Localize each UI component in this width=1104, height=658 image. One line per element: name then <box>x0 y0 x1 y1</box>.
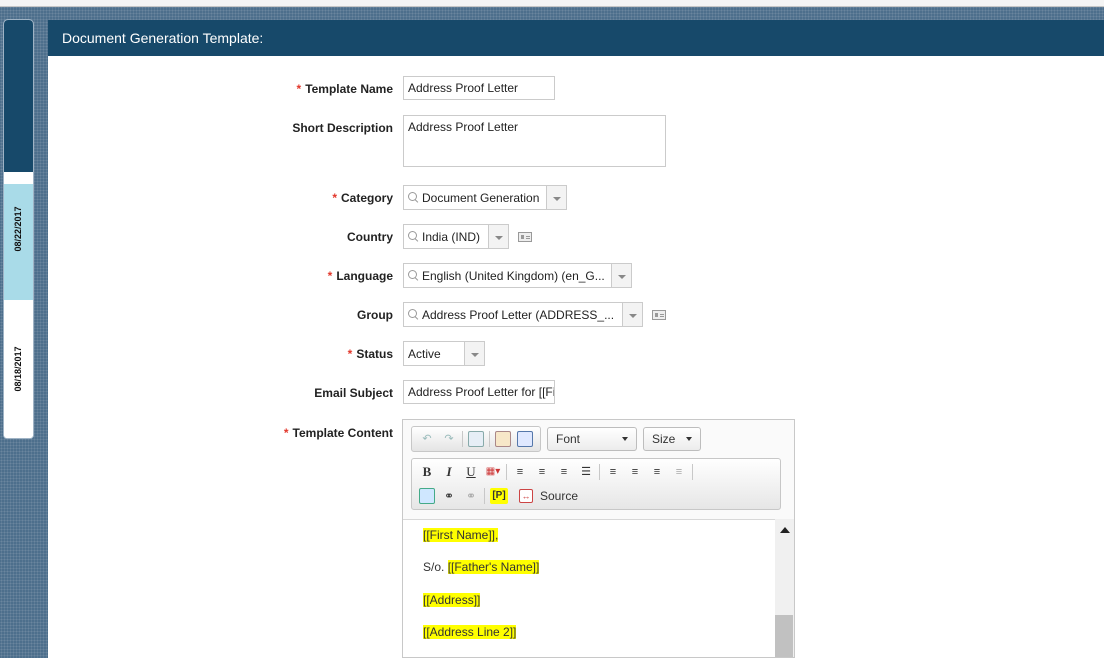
outdent-icon[interactable]: ≡ <box>671 464 687 480</box>
template-name-input[interactable]: Address Proof Letter <box>403 76 555 100</box>
content-line-3: [[Address]] <box>423 593 481 607</box>
email-subject-input[interactable]: Address Proof Letter for [[Fir <box>403 380 555 404</box>
language-lookup: English (United Kingdom) (en_G... <box>403 263 632 288</box>
editor-scrollbar[interactable] <box>775 519 794 657</box>
redo-icon[interactable]: ↷ <box>441 431 457 447</box>
status-value[interactable]: Active <box>403 341 465 366</box>
fathers-name-placeholder: [[Father's Name]] <box>447 560 540 574</box>
search-icon <box>408 270 419 281</box>
category-lookup: Document Generation <box>403 185 567 210</box>
country-input[interactable]: India (IND) <box>403 224 489 249</box>
template-name-row: * Template Name Address Proof Letter <box>48 76 1104 102</box>
template-form-panel: Document Generation Template: * Template … <box>48 20 1104 658</box>
save-icon[interactable] <box>419 488 435 504</box>
editor-content-area[interactable]: [[First Name]], S/o. [[Father's Name]] [… <box>403 519 775 657</box>
underline-button[interactable]: U <box>463 464 479 480</box>
timeline-item[interactable]: 08/18/2017 <box>4 300 33 438</box>
group-lookup: Address Proof Letter (ADDRESS_... <box>403 302 666 327</box>
chevron-down-icon <box>622 437 628 441</box>
timeline-date-active: 08/22/2017 <box>13 206 23 252</box>
short-description-label: Short Description <box>292 121 393 135</box>
short-description-row: Short Description Address Proof Letter <box>48 115 1104 167</box>
content-line-1: [[First Name]], <box>423 528 499 542</box>
scroll-thumb[interactable] <box>775 615 793 657</box>
size-select[interactable]: Size <box>643 427 701 451</box>
unlink-icon[interactable]: ⚭ <box>463 488 479 504</box>
search-icon <box>408 231 419 242</box>
timeline-item-active[interactable]: 08/22/2017 <box>4 184 33 438</box>
placeholder-icon[interactable]: [P] <box>490 488 508 504</box>
language-row: * Language English (United Kingdom) (en_G… <box>48 263 1104 289</box>
language-input[interactable]: English (United Kingdom) (en_G... <box>403 263 612 288</box>
align-right-icon[interactable]: ≡ <box>556 464 572 480</box>
first-name-placeholder: [[First Name]], <box>423 528 499 542</box>
chevron-down-icon <box>686 437 692 441</box>
image-icon[interactable] <box>517 431 533 447</box>
bold-button[interactable]: B <box>419 464 435 480</box>
editor-toolbar-row-2: B I U ▦▾ ≡ ≡ ≡ ☰ ≡ ≡ ≡ ≡ ⚭ ⚭ [P] ↔ Sourc… <box>411 458 781 510</box>
country-dropdown-button[interactable] <box>489 224 509 249</box>
category-label: * Category <box>332 191 393 205</box>
address-line-2-placeholder: [[Address Line 2]] <box>423 625 517 639</box>
undo-icon[interactable]: ↶ <box>419 431 435 447</box>
details-card-icon[interactable] <box>518 231 532 242</box>
country-label: Country <box>347 230 393 244</box>
toolbar-group-history: ↶ ↷ <box>411 426 541 452</box>
status-select: Active <box>403 341 485 366</box>
date-timeline: 08/22/2017 08/18/2017 <box>4 20 33 438</box>
group-dropdown-button[interactable] <box>623 302 643 327</box>
link-icon[interactable]: ⚭ <box>441 488 457 504</box>
table-icon[interactable] <box>468 431 484 447</box>
template-name-label: * Template Name <box>296 82 393 96</box>
justify-icon[interactable]: ☰ <box>578 464 594 480</box>
panel-title: Document Generation Template: <box>48 20 1104 56</box>
country-lookup: India (IND) <box>403 224 532 249</box>
font-select[interactable]: Font <box>547 427 637 451</box>
details-card-icon[interactable] <box>652 309 666 320</box>
language-dropdown-button[interactable] <box>612 263 632 288</box>
source-button[interactable]: Source <box>540 489 578 503</box>
timeline-date: 08/18/2017 <box>13 346 23 392</box>
country-row: Country India (IND) <box>48 224 1104 250</box>
email-subject-row: Email Subject Address Proof Letter for [… <box>48 380 1104 406</box>
category-row: * Category Document Generation <box>48 185 1104 211</box>
edit-image-icon[interactable] <box>495 431 511 447</box>
content-line-4: [[Address Line 2]] <box>423 625 517 639</box>
category-dropdown-button[interactable] <box>547 185 567 210</box>
status-row: * Status Active <box>48 341 1104 367</box>
template-content-label: * Template Content <box>283 426 393 440</box>
search-icon <box>408 192 419 203</box>
bullet-list-icon[interactable]: ≡ <box>627 464 643 480</box>
align-center-icon[interactable]: ≡ <box>534 464 550 480</box>
italic-button[interactable]: I <box>441 464 457 480</box>
rich-text-editor: ↶ ↷ Font Size B I U ▦▾ ≡ ≡ ≡ ☰ ≡ ≡ ≡ ≡ ⚭… <box>402 419 795 658</box>
email-subject-label: Email Subject <box>314 386 393 400</box>
align-left-icon[interactable]: ≡ <box>512 464 528 480</box>
indent-icon[interactable]: ≡ <box>649 464 665 480</box>
search-icon <box>408 309 419 320</box>
source-icon[interactable]: ↔ <box>519 489 533 503</box>
address-placeholder: [[Address]] <box>423 593 481 607</box>
editor-toolbar-row-1: ↶ ↷ Font Size <box>411 425 707 453</box>
numbered-list-icon[interactable]: ≡ <box>605 464 621 480</box>
scroll-up-icon[interactable] <box>780 527 790 533</box>
group-row: Group Address Proof Letter (ADDRESS_... <box>48 302 1104 328</box>
top-bar <box>0 0 1104 7</box>
status-label: * Status <box>347 347 393 361</box>
category-input[interactable]: Document Generation <box>403 185 547 210</box>
text-color-icon[interactable]: ▦▾ <box>485 464 501 480</box>
status-dropdown-button[interactable] <box>465 341 485 366</box>
group-input[interactable]: Address Proof Letter (ADDRESS_... <box>403 302 623 327</box>
short-description-textarea[interactable]: Address Proof Letter <box>403 115 666 167</box>
timeline-header <box>4 20 33 172</box>
language-label: * Language <box>327 269 393 283</box>
group-label: Group <box>357 308 393 322</box>
content-line-2: S/o. [[Father's Name]] <box>423 560 540 574</box>
